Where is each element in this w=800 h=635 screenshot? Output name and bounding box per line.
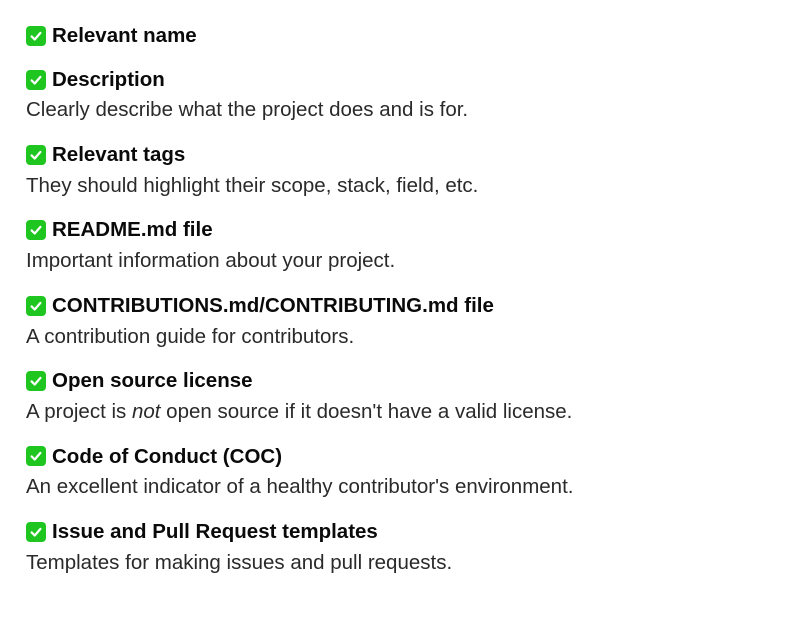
checklist-item-title: Code of Conduct (COC) — [52, 443, 282, 471]
checklist-item-title: CONTRIBUTIONS.md/CONTRIBUTING.md file — [52, 292, 494, 320]
checklist-item-desc: A contribution guide for contributors. — [26, 322, 774, 352]
check-icon — [26, 26, 46, 46]
checklist-item-desc: They should highlight their scope, stack… — [26, 171, 774, 201]
checklist-item-heading: Code of Conduct (COC) — [26, 443, 774, 471]
checklist-item-heading: README.md file — [26, 216, 774, 244]
checklist-item-heading: Open source license — [26, 367, 774, 395]
checklist-item: Open source license A project is not ope… — [26, 367, 774, 426]
checklist-item-heading: Relevant tags — [26, 141, 774, 169]
checklist-item: README.md file Important information abo… — [26, 216, 774, 275]
checklist-item-desc: An excellent indicator of a healthy cont… — [26, 472, 774, 502]
checklist-item-title: Open source license — [52, 367, 253, 395]
checklist-item: Description Clearly describe what the pr… — [26, 66, 774, 125]
checklist-item: Issue and Pull Request templates Templat… — [26, 518, 774, 577]
checklist-item: CONTRIBUTIONS.md/CONTRIBUTING.md file A … — [26, 292, 774, 351]
check-icon — [26, 296, 46, 316]
checklist-item-title: Relevant name — [52, 22, 197, 50]
checklist-item-title: README.md file — [52, 216, 213, 244]
checklist-item: Code of Conduct (COC) An excellent indic… — [26, 443, 774, 502]
checklist-item-heading: Description — [26, 66, 774, 94]
checklist-item-heading: Issue and Pull Request templates — [26, 518, 774, 546]
checklist-item-heading: Relevant name — [26, 22, 774, 50]
checklist-item-title: Relevant tags — [52, 141, 185, 169]
check-icon — [26, 220, 46, 240]
check-icon — [26, 522, 46, 542]
checklist-item: Relevant name — [26, 22, 774, 50]
checklist-item-heading: CONTRIBUTIONS.md/CONTRIBUTING.md file — [26, 292, 774, 320]
checklist-item-desc: Clearly describe what the project does a… — [26, 95, 774, 125]
check-icon — [26, 446, 46, 466]
checklist-item-title: Description — [52, 66, 165, 94]
checklist-item-desc: Templates for making issues and pull req… — [26, 548, 774, 578]
checklist-item: Relevant tags They should highlight thei… — [26, 141, 774, 200]
checklist-item-desc: A project is not open source if it doesn… — [26, 397, 774, 427]
check-icon — [26, 371, 46, 391]
checklist-item-title: Issue and Pull Request templates — [52, 518, 378, 546]
checklist: Relevant name Description Clearly descri… — [26, 22, 774, 577]
checklist-item-desc: Important information about your project… — [26, 246, 774, 276]
check-icon — [26, 145, 46, 165]
check-icon — [26, 70, 46, 90]
